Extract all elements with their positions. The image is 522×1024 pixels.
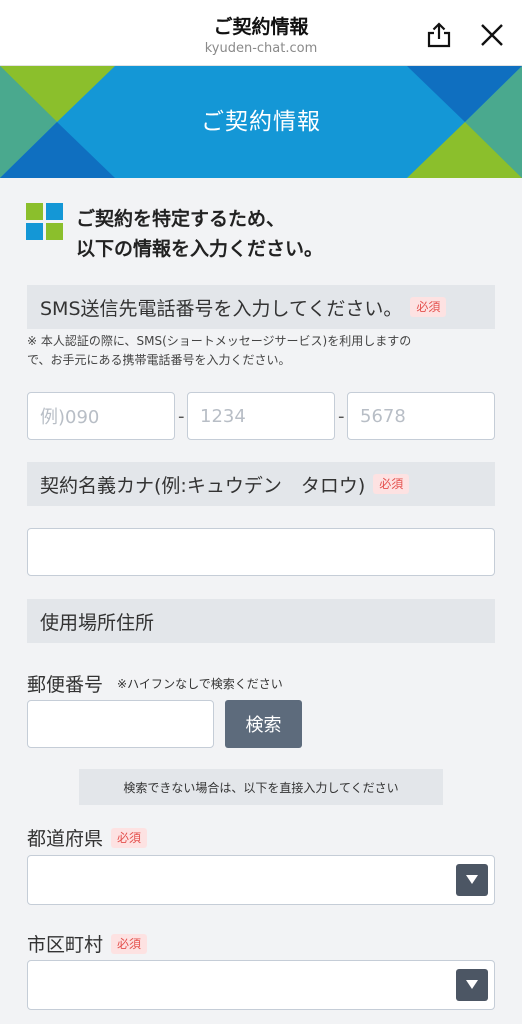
- required-badge: 必須: [111, 933, 148, 954]
- postal-code-label: 郵便番号 ※ハイフンなしで検索ください: [27, 670, 283, 697]
- phone-part-2-input[interactable]: 1234: [187, 392, 335, 440]
- sms-note-line-1: ※ 本人認証の際に、SMS(ショートメッセージサービス)を利用しますの: [27, 334, 412, 348]
- city-select[interactable]: [27, 960, 495, 1010]
- address-heading: 使用場所住所: [27, 599, 495, 643]
- required-badge: 必須: [410, 297, 447, 317]
- phone-separator-1: -: [178, 406, 185, 427]
- required-badge: 必須: [373, 474, 410, 494]
- kana-heading-label: 契約名義カナ(例:キュウデン タロウ): [40, 474, 366, 497]
- sms-phone-heading: SMS送信先電話番号を入力してください。 必須: [27, 285, 495, 329]
- phone-part-2-placeholder: 1234: [200, 405, 246, 427]
- intro-line-2: 以下の情報を入力ください。: [76, 238, 324, 260]
- phone-part-3-placeholder: 5678: [360, 405, 406, 427]
- prefecture-label: 都道府県 必須: [27, 824, 148, 851]
- kana-name-heading: 契約名義カナ(例:キュウデン タロウ) 必須: [27, 462, 495, 506]
- sms-heading-label: SMS送信先電話番号を入力してください。: [40, 297, 403, 320]
- kana-name-input[interactable]: [27, 528, 495, 576]
- intro-text: ご契約を特定するため、 以下の情報を入力ください。: [76, 204, 323, 264]
- city-label: 市区町村 必須: [27, 930, 148, 957]
- search-fallback-note: 検索できない場合は、以下を直接入力してください: [79, 769, 443, 805]
- phone-part-3-input[interactable]: 5678: [347, 392, 495, 440]
- prefecture-select[interactable]: [27, 855, 495, 905]
- phone-separator-2: -: [338, 406, 345, 427]
- close-icon[interactable]: [477, 20, 507, 50]
- address-heading-label: 使用場所住所: [40, 611, 155, 634]
- postal-code-note: ※ハイフンなしで検索ください: [117, 677, 283, 691]
- postal-code-input[interactable]: [27, 700, 214, 748]
- intro-line-1: ご契約を特定するため、: [76, 208, 286, 230]
- top-nav-bar: ご契約情報 kyuden-chat.com: [0, 0, 522, 66]
- sms-note-line-2: で、お手元にある携帯電話番号を入力ください。: [27, 353, 291, 367]
- banner-title: ご契約情報: [201, 109, 321, 135]
- postal-code-label-text: 郵便番号: [27, 674, 104, 696]
- dropdown-arrow-icon[interactable]: [456, 864, 488, 896]
- header-banner: ご契約情報: [0, 66, 522, 178]
- prefecture-label-text: 都道府県: [27, 828, 104, 850]
- share-icon[interactable]: [424, 20, 454, 50]
- grid-icon: [26, 203, 64, 241]
- sms-note: ※ 本人認証の際に、SMS(ショートメッセージサービス)を利用しますの で、お手…: [27, 332, 497, 370]
- dropdown-arrow-icon[interactable]: [456, 969, 488, 1001]
- required-badge: 必須: [111, 827, 148, 848]
- phone-part-1-placeholder: 例)090: [40, 407, 100, 428]
- search-button[interactable]: 検索: [225, 700, 302, 748]
- phone-part-1-input[interactable]: 例)090: [27, 392, 175, 440]
- city-label-text: 市区町村: [27, 934, 104, 956]
